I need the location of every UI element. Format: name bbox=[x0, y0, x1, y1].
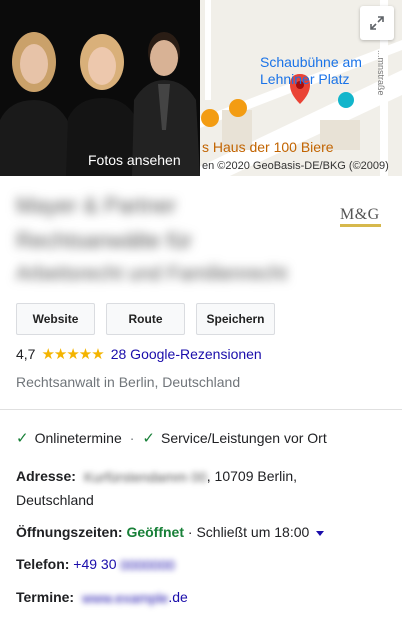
address-street-blurred[interactable]: Kurfürstendamm 00 bbox=[84, 469, 207, 485]
hours-closing: · Schließt um 18:00 bbox=[184, 524, 310, 540]
appointments-link-suffix[interactable]: .de bbox=[168, 589, 187, 605]
phone-prefix[interactable]: +49 30 bbox=[73, 556, 116, 572]
section-divider bbox=[0, 409, 402, 410]
address-row: Adresse: Kurfürstendamm 00, 10709 Berlin… bbox=[16, 468, 297, 485]
team-photo-image bbox=[0, 0, 200, 176]
check-icon: ✓ bbox=[142, 430, 155, 447]
features-row: ✓ Onlinetermine · ✓ Service/Leistungen v… bbox=[16, 429, 327, 447]
chevron-down-icon[interactable] bbox=[316, 530, 325, 536]
rating-row: 4,7 ★★★★★ 28 Google-Rezensionen bbox=[16, 345, 262, 363]
phone-label: Telefon: bbox=[16, 556, 70, 572]
map-label-schaubuehne: Schaubühne am Lehniner Platz bbox=[260, 54, 362, 87]
address-label: Adresse: bbox=[16, 468, 76, 484]
star-rating-icon: ★★★★★ bbox=[41, 346, 104, 363]
map-label-street: ...mnstraße bbox=[376, 50, 386, 96]
map-preview[interactable]: Schaubühne am Lehniner Platz s Haus der … bbox=[200, 0, 402, 176]
route-button[interactable]: Route bbox=[106, 303, 185, 335]
rating-value: 4,7 bbox=[16, 346, 36, 362]
map-label-haus-der-100-biere: s Haus der 100 Biere bbox=[202, 139, 334, 155]
business-name-line-3: Arbeitsrecht und Familienrecht bbox=[16, 263, 288, 285]
expand-icon bbox=[370, 16, 384, 30]
business-logo-underline bbox=[340, 224, 381, 227]
reviews-link[interactable]: 28 Google-Rezensionen bbox=[111, 346, 262, 362]
map-copyright: en ©2020 GeoBasis-DE/BKG (©2009) bbox=[202, 160, 389, 172]
appointments-row: Termine: www.example.de bbox=[16, 589, 188, 606]
feature-onsite-service: Service/Leistungen vor Ort bbox=[160, 430, 327, 446]
phone-number-blurred[interactable]: 0000000 bbox=[120, 557, 175, 573]
save-button[interactable]: Speichern bbox=[196, 303, 275, 335]
business-photo[interactable]: Fotos ansehen bbox=[0, 0, 200, 176]
address-city[interactable]: , 10709 Berlin, bbox=[207, 468, 297, 484]
feature-online-appointments: Onlinetermine bbox=[34, 430, 122, 446]
feature-separator: · bbox=[129, 430, 135, 446]
appointments-link-blurred[interactable]: www.example bbox=[82, 590, 168, 606]
appointments-label: Termine: bbox=[16, 589, 75, 605]
hours-row[interactable]: Öffnungszeiten: Geöffnet · Schließt um 1… bbox=[16, 524, 325, 540]
business-name-line-1: Mayer & Partner bbox=[16, 193, 177, 218]
address-country[interactable]: Deutschland bbox=[16, 492, 94, 508]
phone-row: Telefon: +49 30 0000000 bbox=[16, 556, 175, 573]
hours-status: Geöffnet bbox=[126, 524, 184, 540]
photos-caption[interactable]: Fotos ansehen bbox=[88, 152, 181, 168]
check-icon: ✓ bbox=[16, 430, 29, 447]
hours-label: Öffnungszeiten: bbox=[16, 524, 123, 540]
business-name-line-2: Rechtsanwälte für bbox=[16, 228, 193, 253]
business-logo: M&G bbox=[340, 206, 380, 223]
media-strip: Fotos ansehen Schaubühne am Lehniner Pla… bbox=[0, 0, 402, 176]
expand-map-button[interactable] bbox=[360, 6, 394, 40]
business-category: Rechtsanwalt in Berlin, Deutschland bbox=[16, 374, 241, 390]
website-button[interactable]: Website bbox=[16, 303, 95, 335]
